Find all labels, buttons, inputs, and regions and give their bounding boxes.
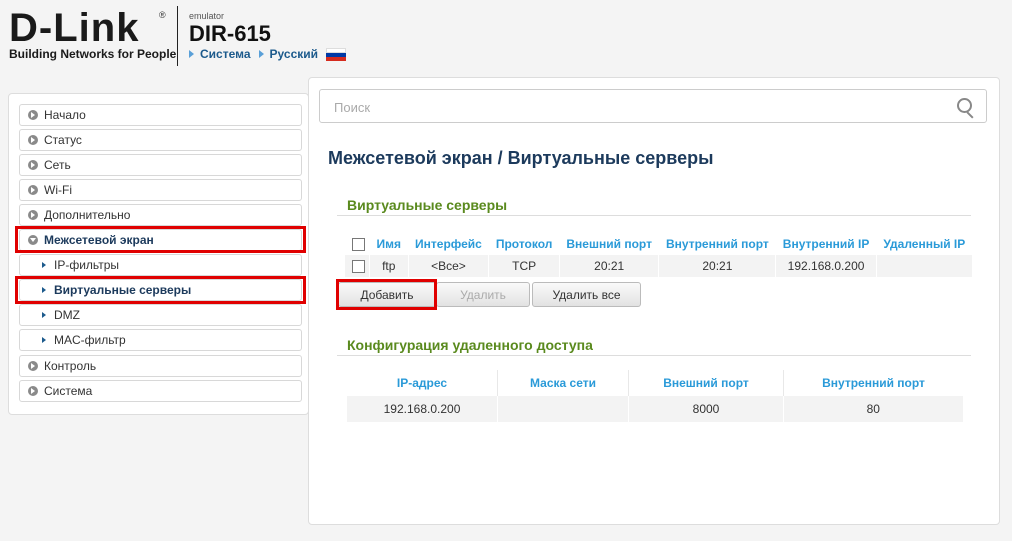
column-header-netmask[interactable]: Маска сети bbox=[497, 370, 629, 396]
sidebar-item-status[interactable]: Статус bbox=[19, 129, 302, 151]
highlight-add-button bbox=[336, 279, 437, 310]
section-divider bbox=[337, 215, 971, 216]
highlight-virtual-servers bbox=[15, 276, 306, 304]
header-divider bbox=[177, 6, 178, 66]
remote-access-section-title: Конфигурация удаленного доступа bbox=[347, 337, 593, 353]
sidebar-item-advanced[interactable]: Дополнительно bbox=[19, 204, 302, 226]
cell-external-port: 20:21 bbox=[558, 255, 659, 277]
column-header-internal-ip[interactable]: Внутренний IP bbox=[776, 233, 877, 255]
arrow-circle-icon bbox=[28, 210, 38, 220]
sidebar-item-label: Статус bbox=[44, 133, 82, 147]
sidebar-item-control[interactable]: Контроль bbox=[19, 355, 302, 377]
table-header-row: Имя Интерфейс Протокол Внешний порт Внут… bbox=[345, 233, 972, 255]
virtual-servers-section-title: Виртуальные серверы bbox=[347, 197, 508, 213]
column-header-protocol[interactable]: Протокол bbox=[489, 233, 560, 255]
column-header-external-port[interactable]: Внешний порт bbox=[559, 233, 659, 255]
sidebar-item-label: Начало bbox=[44, 108, 86, 122]
table-row[interactable]: 192.168.0.200 8000 80 bbox=[347, 396, 964, 422]
bullet-arrow-icon bbox=[42, 262, 46, 268]
dlink-logo[interactable]: D-Link ® Building Networks for People bbox=[9, 8, 176, 61]
sidebar-item-home[interactable]: Начало bbox=[19, 104, 302, 126]
sidebar-item-label: Сеть bbox=[44, 158, 71, 172]
sidebar-item-wifi[interactable]: Wi-Fi bbox=[19, 179, 302, 201]
search-icon[interactable] bbox=[957, 98, 972, 113]
arrow-circle-icon bbox=[28, 185, 38, 195]
arrow-circle-icon bbox=[28, 135, 38, 145]
logo-registered-mark: ® bbox=[159, 10, 166, 20]
virtual-servers-table: Имя Интерфейс Протокол Внешний порт Внут… bbox=[345, 233, 973, 277]
column-header-interface[interactable]: Интерфейс bbox=[408, 233, 489, 255]
cell-interface: <Все> bbox=[407, 255, 489, 277]
cell-external-port: 8000 bbox=[628, 396, 784, 422]
logo-tagline: Building Networks for People bbox=[9, 47, 177, 61]
cell-remote-ip bbox=[875, 255, 973, 277]
triangle-right-icon bbox=[189, 50, 194, 58]
cell-ip-address: 192.168.0.200 bbox=[347, 396, 498, 422]
sidebar-item-label: IP-фильтры bbox=[54, 258, 120, 272]
model-name: DIR-615 bbox=[189, 21, 271, 46]
arrow-circle-icon bbox=[28, 110, 38, 120]
remote-access-table: IP-адрес Маска сети Внешний порт Внутрен… bbox=[347, 370, 964, 422]
sidebar-item-dmz[interactable]: DMZ bbox=[19, 304, 302, 326]
delete-all-button[interactable]: Удалить все bbox=[532, 282, 641, 307]
cell-netmask bbox=[497, 396, 629, 422]
sidebar: Начало Статус Сеть Wi-Fi Дополнительно М… bbox=[8, 93, 309, 415]
column-header-remote-ip[interactable]: Удаленный IP bbox=[876, 233, 972, 255]
sidebar-item-label: Система bbox=[44, 384, 93, 398]
sidebar-item-network[interactable]: Сеть bbox=[19, 154, 302, 176]
bullet-arrow-icon bbox=[42, 312, 46, 318]
table-row[interactable]: ftp <Все> TCP 20:21 20:21 192.168.0.200 bbox=[345, 255, 973, 277]
column-header-name[interactable]: Имя bbox=[370, 233, 409, 255]
header-menu: Система Русский bbox=[189, 47, 347, 61]
model-block: emulator DIR-615 Система Русский bbox=[189, 11, 347, 61]
sidebar-item-mac-filter[interactable]: MAC-фильтр bbox=[19, 329, 302, 351]
system-menu-link[interactable]: Система bbox=[200, 47, 251, 61]
search-input[interactable]: Поиск bbox=[319, 89, 987, 123]
cell-internal-ip: 192.168.0.200 bbox=[775, 255, 877, 277]
emulator-label: emulator bbox=[189, 11, 225, 21]
cell-internal-port: 20:21 bbox=[658, 255, 776, 277]
sidebar-item-system[interactable]: Система bbox=[19, 380, 302, 402]
delete-button[interactable]: Удалить bbox=[436, 282, 530, 307]
main-panel: Поиск Межсетевой экран / Виртуальные сер… bbox=[308, 77, 1000, 525]
row-checkbox[interactable] bbox=[352, 260, 365, 274]
column-header-ip-address[interactable]: IP-адрес bbox=[347, 370, 498, 396]
cell-protocol: TCP bbox=[488, 255, 560, 277]
bullet-arrow-icon bbox=[42, 337, 46, 343]
arrow-circle-icon bbox=[28, 361, 38, 371]
page-title: Межсетевой экран / Виртуальные серверы bbox=[328, 148, 714, 168]
highlight-firewall bbox=[15, 226, 306, 253]
sidebar-item-label: MAC-фильтр bbox=[54, 333, 126, 347]
cell-internal-port: 80 bbox=[783, 396, 964, 422]
language-menu-link[interactable]: Русский bbox=[270, 47, 319, 61]
sidebar-item-label: Контроль bbox=[44, 359, 97, 373]
column-header-internal-port[interactable]: Внутренний порт bbox=[659, 233, 776, 255]
arrow-circle-icon bbox=[28, 386, 38, 396]
russian-flag-icon[interactable] bbox=[326, 48, 347, 61]
triangle-right-icon bbox=[258, 50, 264, 58]
table-header-row: IP-адрес Маска сети Внешний порт Внутрен… bbox=[347, 370, 963, 396]
logo-text: D-Link bbox=[9, 6, 140, 50]
header: D-Link ® Building Networks for People em… bbox=[0, 0, 1012, 78]
sidebar-item-label: DMZ bbox=[54, 308, 80, 322]
sidebar-item-label: Дополнительно bbox=[44, 208, 131, 222]
sidebar-item-ip-filters[interactable]: IP-фильтры bbox=[19, 254, 302, 276]
column-header-internal-port[interactable]: Внутренний порт bbox=[784, 370, 964, 396]
search-placeholder: Поиск bbox=[334, 100, 371, 115]
arrow-circle-icon bbox=[28, 160, 38, 170]
section-divider bbox=[337, 355, 971, 356]
column-header-external-port[interactable]: Внешний порт bbox=[628, 370, 784, 396]
cell-name: ftp bbox=[369, 255, 409, 277]
sidebar-item-label: Wi-Fi bbox=[44, 183, 72, 197]
select-all-checkbox[interactable] bbox=[352, 238, 366, 252]
